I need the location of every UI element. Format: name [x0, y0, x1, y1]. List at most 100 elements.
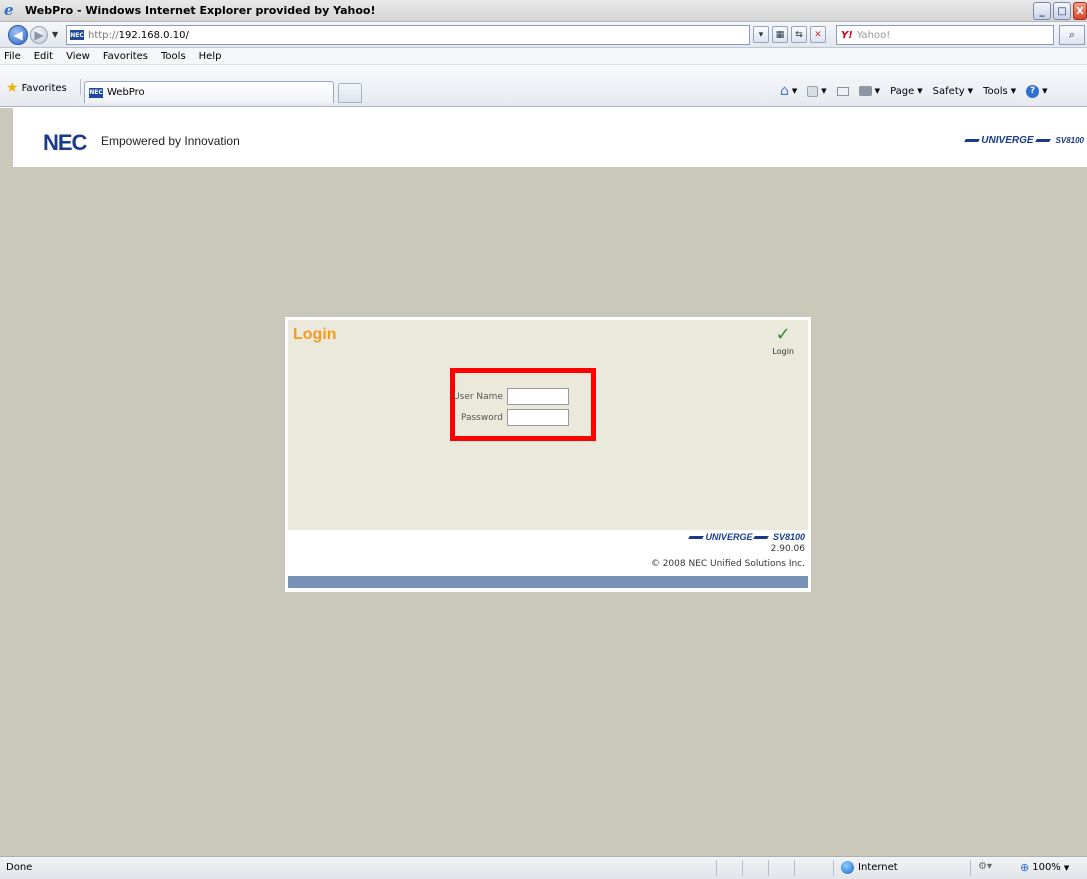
favorites-label: Favorites: [21, 82, 67, 94]
chevron-down-icon: ▼: [967, 87, 974, 95]
divider: [716, 860, 717, 876]
home-button[interactable]: ⌂ ▼: [780, 83, 797, 99]
nec-tagline: Empowered by Innovation: [101, 134, 240, 148]
login-panel: Login ✓ Login User Name Password UNIVERG…: [285, 317, 811, 592]
chevron-down-icon: ▼: [874, 87, 881, 95]
login-submit-button[interactable]: ✓ Login: [772, 326, 794, 357]
login-footer: UNIVERGE SV8100 2.90.06 © 2008 NEC Unifi…: [651, 532, 805, 572]
address-toolbar: ◀ ▶ ▼ NEC http://192.168.0.10/ ▾ ▦ ⇆ ✕ Y…: [0, 22, 1087, 48]
safety-menu[interactable]: Safety ▼: [933, 86, 973, 97]
forward-button[interactable]: ▶: [30, 26, 48, 44]
address-input[interactable]: NEC http://192.168.0.10/: [66, 25, 750, 45]
panel-bottom-bar: [288, 576, 808, 588]
username-label: User Name: [453, 391, 503, 402]
feeds-button[interactable]: ▼: [807, 85, 827, 97]
stop-button[interactable]: ✕: [810, 26, 826, 43]
read-mail-button[interactable]: [836, 86, 849, 96]
univerge-slash-icon: [1034, 138, 1051, 142]
univerge-logo: UNIVERGE SV8100: [963, 135, 1084, 146]
back-button[interactable]: ◀: [8, 25, 28, 45]
divider: [768, 860, 769, 876]
divider: [742, 860, 743, 876]
recent-pages-dropdown-icon[interactable]: ▼: [52, 30, 58, 39]
chevron-down-icon: ▾: [758, 29, 764, 40]
refresh-button[interactable]: ⇆: [791, 26, 807, 43]
login-submit-label: Login: [772, 347, 794, 356]
menu-tools[interactable]: Tools: [161, 51, 186, 62]
globe-icon: [841, 861, 854, 874]
help-icon: ?: [1026, 84, 1040, 98]
url-host: 192.168.0.10/: [118, 29, 189, 41]
login-form-area: Login ✓ Login User Name Password: [288, 320, 808, 530]
window-title-bar: e WebPro - Windows Internet Explorer pro…: [0, 0, 1087, 22]
search-input[interactable]: Y! Yahoo!: [836, 25, 1054, 45]
menu-file[interactable]: File: [4, 51, 21, 62]
footer-univerge-model: SV8100: [772, 532, 805, 542]
search-button[interactable]: ⌕: [1059, 25, 1085, 45]
favorites-star-icon: ★: [6, 80, 19, 96]
page-menu-label: Page: [890, 85, 915, 97]
divider: [794, 860, 795, 876]
tab-webpro[interactable]: NEC WebPro: [84, 81, 334, 103]
menu-favorites[interactable]: Favorites: [103, 51, 148, 62]
help-button[interactable]: ? ▼: [1026, 84, 1048, 98]
url-text[interactable]: http://192.168.0.10/: [88, 30, 189, 41]
chevron-down-icon: ▼: [1010, 87, 1017, 95]
chevron-down-icon: ▼: [917, 87, 923, 95]
univerge-logo-text: UNIVERGE: [981, 135, 1034, 146]
password-field[interactable]: [507, 409, 569, 426]
security-zone[interactable]: Internet: [841, 861, 898, 874]
chevron-down-icon: ▼: [1063, 863, 1070, 872]
zoom-magnifier-icon: ⊕: [1020, 861, 1030, 874]
chevron-down-icon: ▼: [1042, 87, 1048, 95]
status-bar: Done Internet ⚙▾ ⊕ 100% ▼: [0, 856, 1087, 879]
url-scheme: http://: [88, 29, 119, 41]
checkmark-icon: ✓: [775, 324, 791, 345]
tab-favicon-icon: NEC: [89, 87, 103, 98]
zoom-level: 100%: [1032, 862, 1061, 873]
divider: [833, 860, 834, 876]
search-placeholder: Yahoo!: [856, 29, 891, 41]
tools-menu[interactable]: Tools ▼: [983, 86, 1016, 97]
page-viewport: NEC Empowered by Innovation UNIVERGE SV81…: [0, 108, 1087, 856]
print-button[interactable]: ▼: [858, 86, 881, 96]
version-text: 2.90.06: [770, 544, 805, 554]
page-menu[interactable]: Page ▼: [890, 86, 923, 97]
address-dropdown-button[interactable]: ▾: [753, 26, 769, 43]
univerge-slash-icon: [753, 536, 770, 540]
username-field[interactable]: [507, 388, 569, 405]
favorites-bar: ★ Favorites NEC WebPro ⌂ ▼ ▼ ▼ Page ▼ Safe…: [0, 65, 1087, 107]
zoom-button[interactable]: ⊕ 100% ▼: [1020, 861, 1069, 874]
menu-view[interactable]: View: [66, 51, 90, 62]
mail-icon: [836, 86, 849, 96]
home-icon: ⌂: [780, 83, 789, 99]
favorites-button[interactable]: ★ Favorites: [6, 80, 67, 96]
copyright-text: © 2008 NEC Unified Solutions Inc.: [650, 559, 805, 569]
username-row: User Name: [451, 388, 569, 405]
login-title: Login: [293, 326, 337, 343]
window-controls: _ □ X: [1033, 2, 1087, 20]
window-title: WebPro - Windows Internet Explorer provi…: [25, 4, 376, 17]
magnifier-icon: ⌕: [1068, 28, 1076, 41]
tab-label: WebPro: [107, 87, 145, 98]
footer-univerge-logo: UNIVERGE SV8100: [651, 532, 805, 542]
command-bar: ⌂ ▼ ▼ ▼ Page ▼ Safety ▼ Tools ▼ ? ▼: [780, 83, 1047, 99]
compatibility-view-button[interactable]: ▦: [772, 26, 788, 43]
univerge-model: SV8100: [1055, 136, 1084, 145]
new-tab-button[interactable]: [338, 83, 362, 103]
stop-icon: ✕: [814, 29, 822, 40]
menu-help[interactable]: Help: [199, 51, 222, 62]
maximize-button[interactable]: □: [1053, 2, 1071, 20]
close-button[interactable]: X: [1073, 2, 1087, 20]
menu-edit[interactable]: Edit: [34, 51, 53, 62]
feed-icon: [807, 85, 819, 97]
forward-arrow-icon: ▶: [34, 28, 44, 42]
internet-explorer-icon: e: [4, 0, 14, 19]
tools-menu-label: Tools: [983, 85, 1008, 97]
menu-bar: File Edit View Favorites Tools Help: [0, 48, 1087, 65]
protected-mode-icon[interactable]: ⚙▾: [978, 861, 992, 872]
minimize-button[interactable]: _: [1033, 2, 1051, 20]
compatibility-icon: ▦: [775, 29, 785, 40]
site-favicon-icon: NEC: [70, 30, 84, 40]
yahoo-search-icon: Y!: [841, 29, 853, 41]
